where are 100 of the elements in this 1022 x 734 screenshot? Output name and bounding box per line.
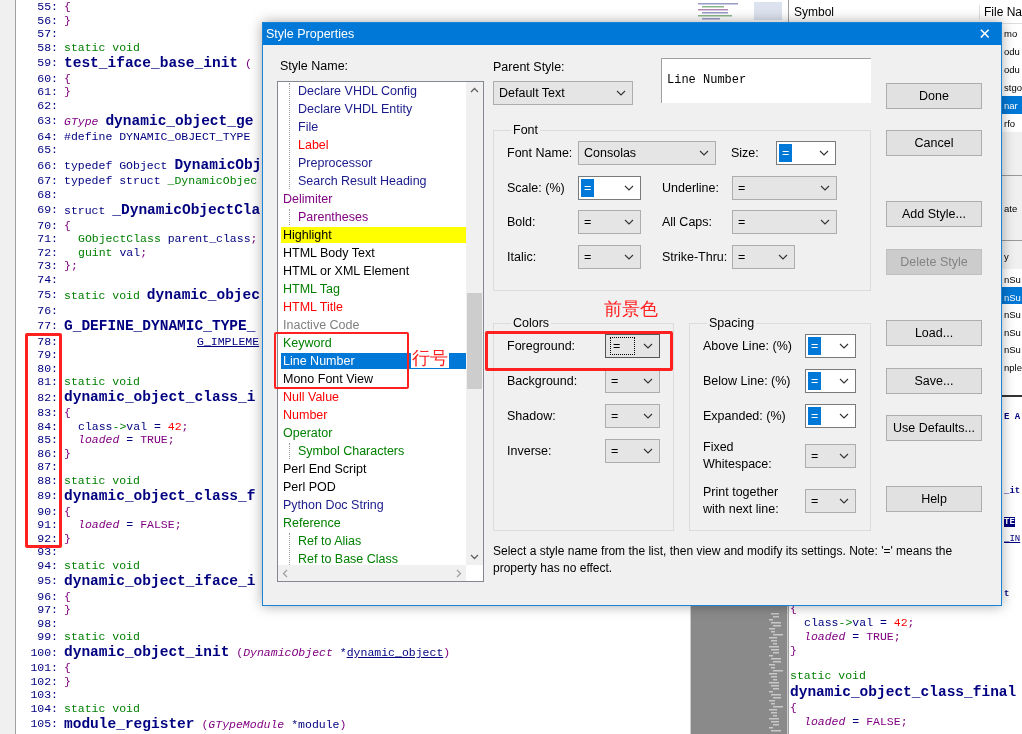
line-number: 57: [36,27,58,41]
dropdown[interactable]: = [578,244,641,269]
code-line: dynamic_object_iface_i [64,572,256,589]
scrollbar[interactable] [278,565,466,581]
table-cell[interactable]: nar [1004,97,1018,115]
code-line: } [64,85,71,99]
list-row[interactable]: nSu [1004,323,1021,342]
line-number: 101: [29,661,58,675]
list-item[interactable]: Preprocessor [296,155,375,171]
dropdown[interactable]: Consolas [578,141,716,165]
list-row[interactable]: nSu [1004,288,1021,307]
line-number: 72: [36,245,58,259]
line-number: 86: [36,446,58,460]
table-cell[interactable]: odu [1004,43,1020,61]
list-item[interactable]: Inactive Code [281,317,362,333]
column-header[interactable]: File Na [980,4,1022,19]
code-line: G_DEFINE_DYNAMIC_TYPE_ [64,317,256,334]
scroll-thumb[interactable] [467,293,482,389]
dropdown[interactable]: = [732,210,837,234]
list-item[interactable]: Label [296,137,331,153]
list-item[interactable]: Ref to Base Class [296,551,401,567]
list-item[interactable]: Search Result Heading [296,173,429,189]
list-row[interactable]: nSu [1004,271,1021,289]
code-line: t [1004,588,1010,600]
dropdown[interactable]: = [805,404,856,428]
line-number: 93: [36,545,58,559]
line-number: 60: [36,71,58,85]
table-cell[interactable]: mo [1004,25,1018,43]
list-row[interactable]: nple [1004,358,1022,377]
line-number: 79: [36,348,58,362]
dialog-button[interactable]: Save... [886,368,982,394]
list-item[interactable]: HTML Body Text [281,245,377,261]
dialog-button[interactable]: Add Style... [886,201,982,227]
dropdown[interactable]: = [578,210,641,234]
list-row[interactable]: nSu [1004,341,1021,359]
dropdown[interactable]: = [732,175,837,200]
list-item[interactable]: Symbol Characters [296,443,407,459]
line-number: 94: [36,558,58,572]
dropdown[interactable]: = [605,439,660,463]
list-item[interactable]: HTML Tag [281,281,342,297]
dialog-button[interactable]: Cancel [886,130,982,156]
code-line: } [64,13,71,27]
list-item[interactable]: Declare VHDL Config [296,83,420,99]
table-cell[interactable]: odu [1004,61,1020,79]
column-header[interactable]: Symbol [789,4,980,19]
list-item[interactable]: Keyword [281,335,334,351]
style-list[interactable] [277,81,484,582]
dropdown[interactable]: Default Text [493,81,633,105]
dropdown[interactable]: = [605,334,660,358]
dropdown[interactable]: = [605,404,660,428]
dropdown[interactable]: = [732,244,795,269]
dialog-button[interactable]: Load... [886,320,982,346]
code-line: { [64,71,71,85]
line-number: 78: [36,334,58,348]
code-line: typedef struct _DynamicObjec [64,174,258,188]
dialog-button[interactable]: Done [886,83,982,109]
list-item[interactable]: Python Doc String [281,497,386,513]
annotation-label: 行号 [411,348,449,368]
list-item[interactable]: HTML or XML Element [281,263,412,279]
chevron-icon [820,219,830,225]
chevron-icon [624,184,634,191]
line-number: 66: [36,158,58,172]
list-item[interactable]: Perl End Script [281,461,369,477]
list-item[interactable]: Highlight [281,227,466,243]
dropdown[interactable]: = [578,175,641,200]
list-item[interactable]: HTML Title [281,299,345,315]
dropdown[interactable]: = [805,334,856,358]
list-item[interactable]: Reference [281,515,343,531]
list-item[interactable]: Declare VHDL Entity [296,101,415,117]
list-item[interactable]: File [296,119,321,135]
annotation-label: 前景色 [604,297,658,321]
code-line: class->val = 42; [77,419,189,433]
list-item[interactable]: Delimiter [281,191,335,207]
dropdown[interactable]: = [805,369,856,393]
dropdown[interactable]: = [805,444,856,468]
dropdown[interactable]: = [605,369,660,393]
line-number: 75: [36,288,58,302]
table-cell[interactable]: stgo [1004,79,1022,97]
list-item[interactable]: Ref to Alias [296,533,364,549]
list-item[interactable]: Null Value [281,389,342,405]
dialog-button[interactable]: Use Defaults... [886,415,982,441]
list-item[interactable]: Mono Font View [281,371,376,387]
list-item[interactable]: Operator [281,425,335,441]
list-item[interactable]: Perl POD [281,479,338,495]
list-row[interactable]: nSu [1004,306,1021,324]
scrollbar[interactable] [466,82,483,565]
code-line: { [64,589,71,603]
code-line: loaded = FALSE; [803,714,908,728]
close-button[interactable]: ✕ [968,23,1001,45]
dropdown[interactable]: = [776,141,836,165]
list-item[interactable]: Number [281,407,330,423]
style-preview: Line Number [661,58,871,103]
dropdown[interactable]: = [805,489,856,513]
table-cell[interactable]: rfo [1004,115,1016,133]
line-number: 68: [36,187,58,201]
dialog-button[interactable]: Help [886,486,982,512]
list-item[interactable]: Parentheses [296,209,371,225]
field-label: Expanded: (%) [703,407,787,425]
line-number: 63: [36,114,58,128]
column-header[interactable]: y [1004,243,1009,271]
